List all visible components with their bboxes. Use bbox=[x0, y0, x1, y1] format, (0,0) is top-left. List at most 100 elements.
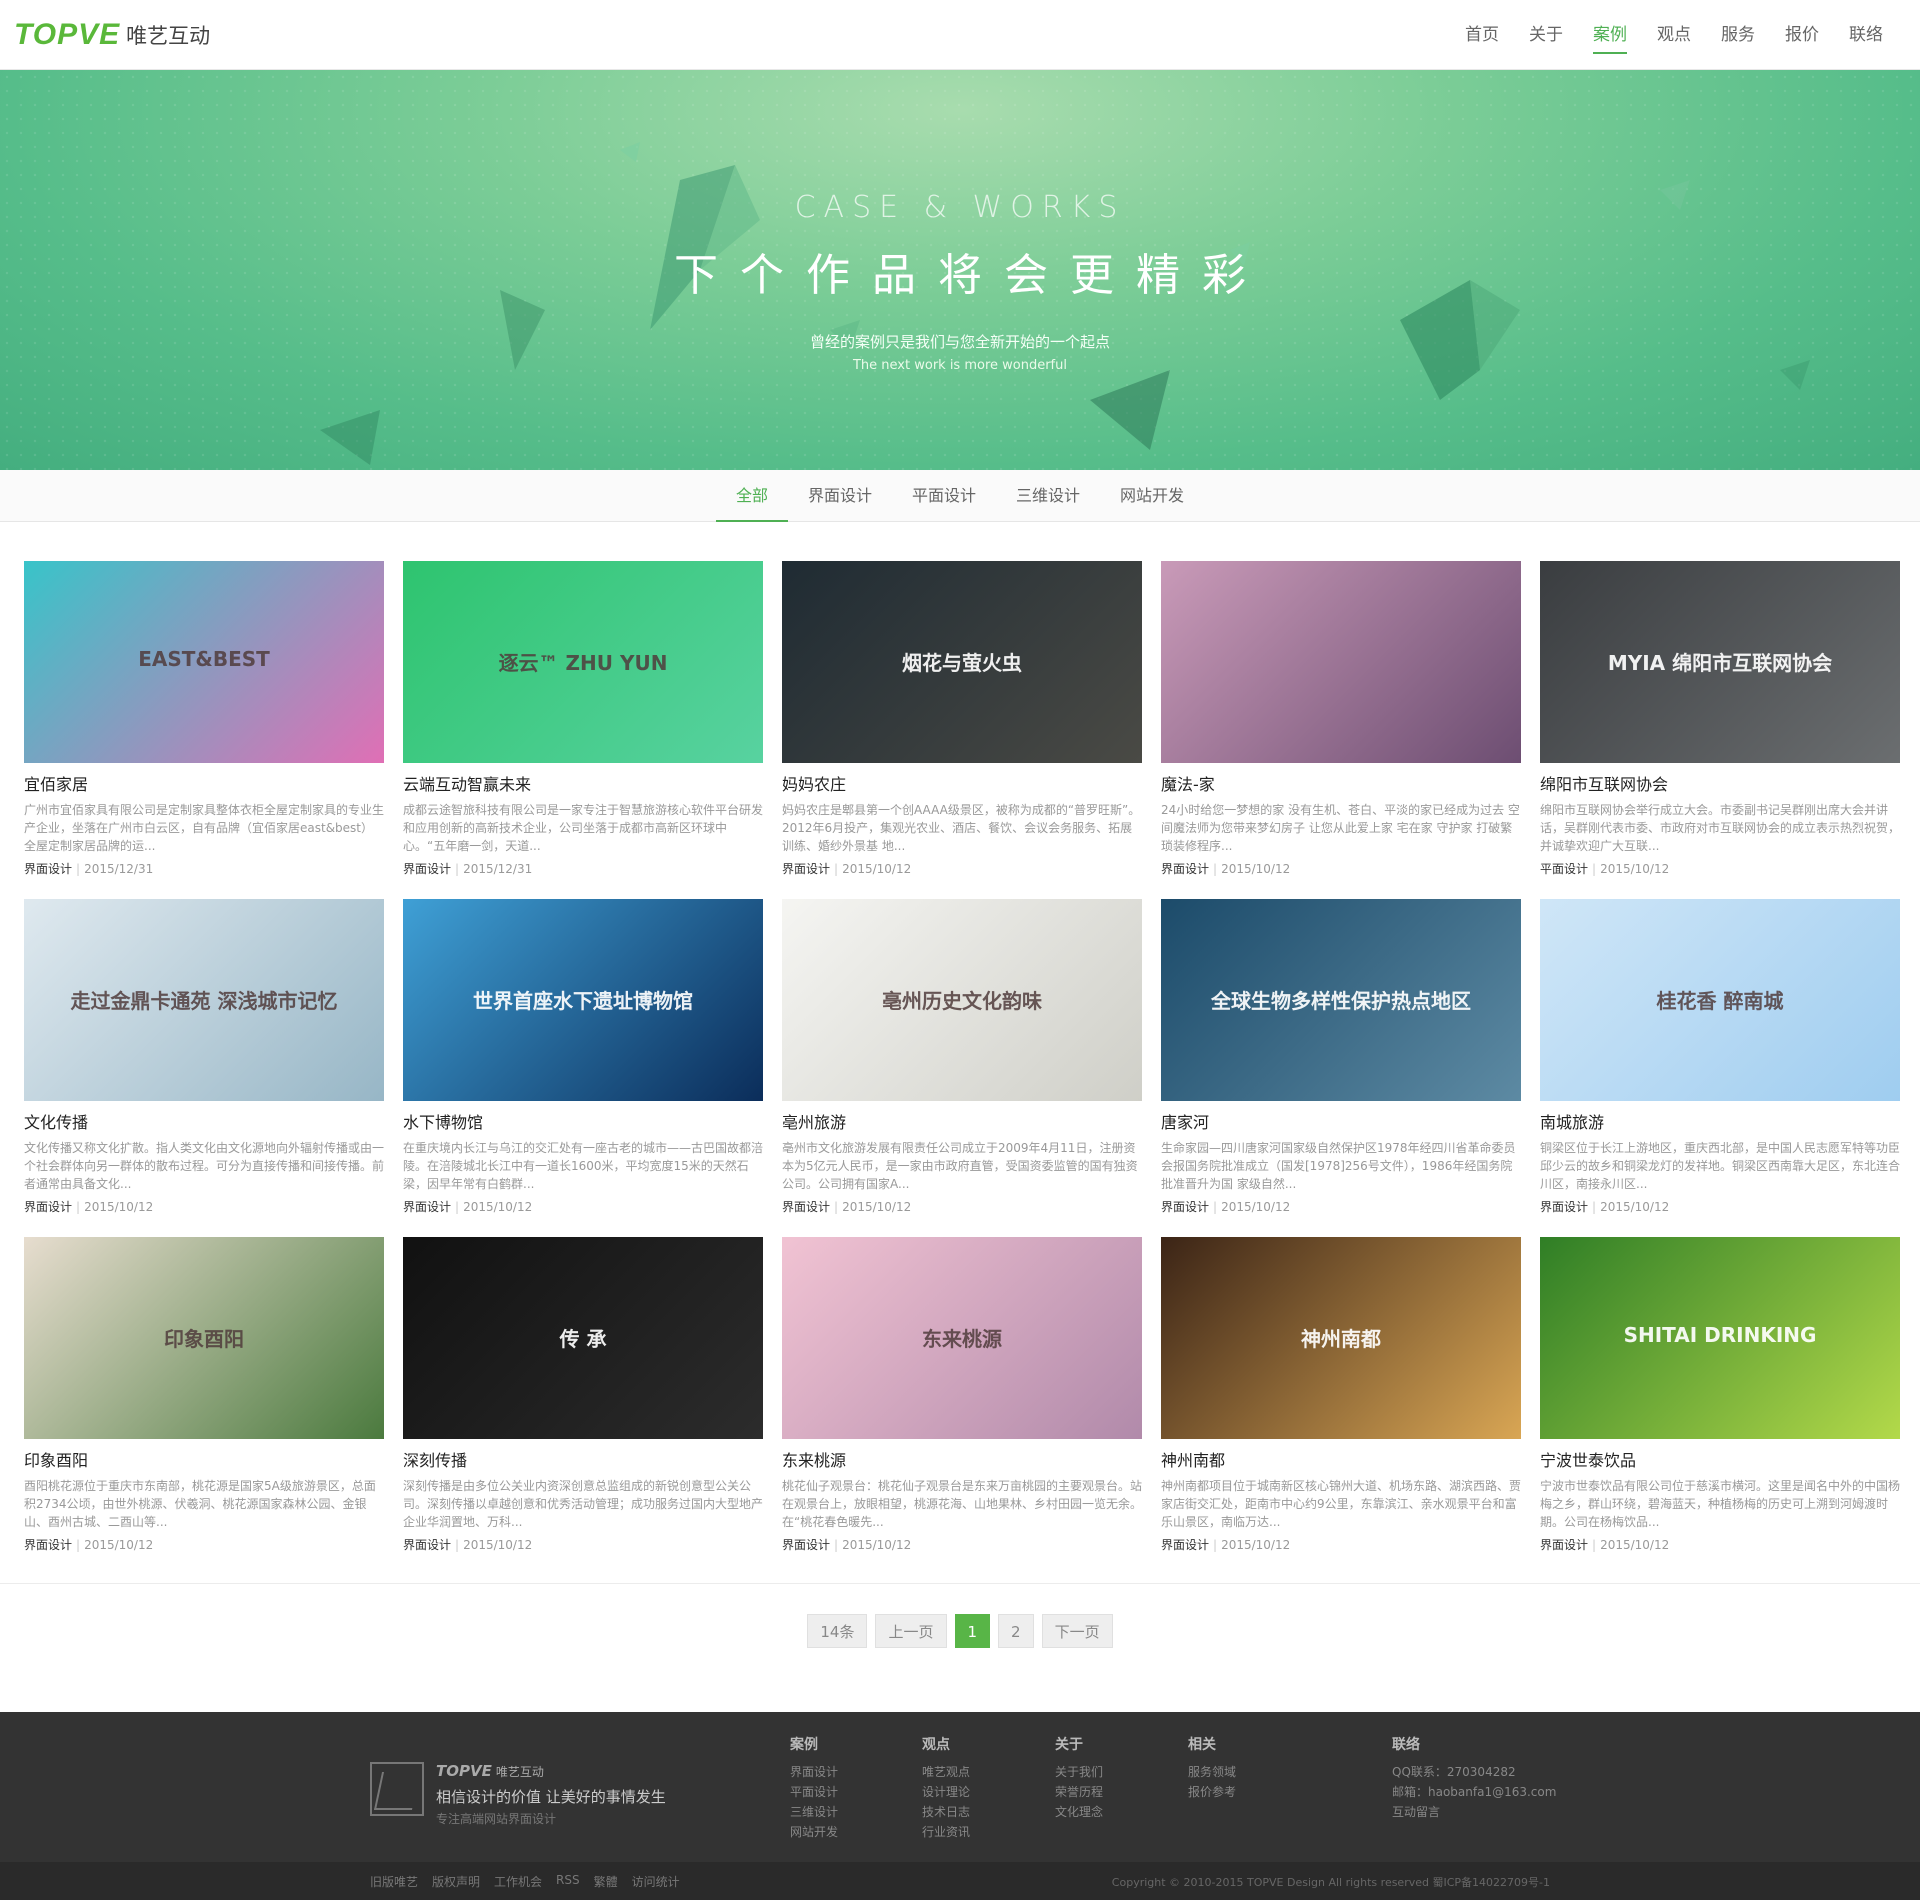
footer-bottom-link[interactable]: 版权声明 bbox=[432, 1873, 480, 1890]
case-category[interactable]: 界面设计 bbox=[24, 1538, 72, 1552]
case-card[interactable]: 印象酉阳 印象酉阳 酉阳桃花源位于重庆市东南部，桃花源是国家5A级旅游景区，总面积2… bbox=[24, 1237, 384, 1553]
case-thumbnail[interactable]: 走过金鼎卡通苑 深浅城市记忆 bbox=[24, 899, 384, 1101]
case-title[interactable]: 宜佰家居 bbox=[24, 775, 384, 795]
footer-email[interactable]: 邮箱：haobanfa1@163.com bbox=[1392, 1782, 1556, 1802]
case-card[interactable]: 东来桃源 东来桃源 桃花仙子观景台：桃花仙子观景台是东来万亩桃园的主要观景台。站在观… bbox=[782, 1237, 1142, 1553]
case-title[interactable]: 亳州旅游 bbox=[782, 1113, 1142, 1133]
nav-item-pricing[interactable]: 报价 bbox=[1770, 0, 1834, 70]
case-category[interactable]: 界面设计 bbox=[782, 1538, 830, 1552]
nav-item-home[interactable]: 首页 bbox=[1450, 0, 1514, 70]
case-card[interactable]: 全球生物多样性保护热点地区 唐家河 生命家园—四川唐家河国家级自然保护区1978年经… bbox=[1161, 899, 1521, 1215]
footer-link[interactable]: 关于我们 bbox=[1055, 1762, 1103, 1782]
filter-tab-graphic-design[interactable]: 平面设计 bbox=[892, 470, 996, 521]
footer-link[interactable]: 技术日志 bbox=[922, 1802, 970, 1822]
case-card[interactable]: 魔法-家 24小时给您一梦想的家 没有生机、苍白、平淡的家已经成为过去 空间魔法师… bbox=[1161, 561, 1521, 877]
case-card[interactable]: 世界首座水下遗址博物馆 水下博物馆 在重庆境内长江与乌江的交汇处有一座古老的城市——… bbox=[403, 899, 763, 1215]
footer-link[interactable]: 平面设计 bbox=[790, 1782, 838, 1802]
footer-link[interactable]: 荣誉历程 bbox=[1055, 1782, 1103, 1802]
case-title[interactable]: 魔法-家 bbox=[1161, 775, 1521, 795]
case-thumbnail[interactable]: 神州南都 bbox=[1161, 1237, 1521, 1439]
footer-bottom-link[interactable]: 工作机会 bbox=[494, 1873, 542, 1890]
case-title[interactable]: 印象酉阳 bbox=[24, 1451, 384, 1471]
footer-bottom-link[interactable]: 访问统计 bbox=[632, 1873, 680, 1890]
case-card[interactable]: 神州南都 神州南都 神州南都项目位于城南新区核心锦州大道、机场东路、湖滨西路、贾家店… bbox=[1161, 1237, 1521, 1553]
filter-tab-ui-design[interactable]: 界面设计 bbox=[788, 470, 892, 521]
site-logo[interactable]: TOPVE 唯艺互动 bbox=[14, 18, 210, 52]
case-card[interactable]: 走过金鼎卡通苑 深浅城市记忆 文化传播 文化传播又称文化扩散。指人类文化由文化源地向… bbox=[24, 899, 384, 1215]
case-title[interactable]: 文化传播 bbox=[24, 1113, 384, 1133]
case-card[interactable]: 传 承深刻传播 深刻传播是由多位公关业内资深创意总监组成的新锐创意型公关公司。深刻… bbox=[403, 1237, 763, 1553]
case-category[interactable]: 平面设计 bbox=[1540, 862, 1588, 876]
case-thumbnail[interactable]: 烟花与萤火虫 bbox=[782, 561, 1142, 763]
nav-item-services[interactable]: 服务 bbox=[1706, 0, 1770, 70]
case-category[interactable]: 界面设计 bbox=[24, 862, 72, 876]
case-thumbnail[interactable]: 传 承 bbox=[403, 1237, 763, 1439]
footer-message-link[interactable]: 互动留言 bbox=[1392, 1802, 1556, 1822]
footer-link[interactable]: 唯艺观点 bbox=[922, 1762, 970, 1782]
footer-link[interactable]: 文化理念 bbox=[1055, 1802, 1103, 1822]
case-category[interactable]: 界面设计 bbox=[1540, 1200, 1588, 1214]
filter-tab-web-development[interactable]: 网站开发 bbox=[1100, 470, 1204, 521]
case-title[interactable]: 水下博物馆 bbox=[403, 1113, 763, 1133]
case-card[interactable]: SHITAI DRINKING 宁波世泰饮品 宁波市世泰饮品有限公司位于慈溪市横河。… bbox=[1540, 1237, 1900, 1553]
case-category[interactable]: 界面设计 bbox=[1540, 1538, 1588, 1552]
case-title[interactable]: 神州南都 bbox=[1161, 1451, 1521, 1471]
case-title[interactable]: 绵阳市互联网协会 bbox=[1540, 775, 1900, 795]
pagination-page-1[interactable]: 1 bbox=[954, 1614, 991, 1648]
case-thumbnail[interactable]: 全球生物多样性保护热点地区 bbox=[1161, 899, 1521, 1101]
footer-qq-contact[interactable]: QQ联系：270304282 bbox=[1392, 1762, 1556, 1782]
nav-item-contact[interactable]: 联络 bbox=[1834, 0, 1898, 70]
case-title[interactable]: 唐家河 bbox=[1161, 1113, 1521, 1133]
case-card[interactable]: MYIA 绵阳市互联网协会 绵阳市互联网协会 绵阳市互联网协会举行成立大会。市委副书… bbox=[1540, 561, 1900, 877]
nav-item-cases[interactable]: 案例 bbox=[1578, 0, 1642, 70]
pagination-next-button[interactable]: 下一页 bbox=[1041, 1614, 1113, 1648]
case-category[interactable]: 界面设计 bbox=[1161, 862, 1209, 876]
case-category[interactable]: 界面设计 bbox=[1161, 1538, 1209, 1552]
footer-link[interactable]: 服务领域 bbox=[1188, 1762, 1236, 1782]
case-thumbnail[interactable] bbox=[1161, 561, 1521, 763]
case-meta: 界面设计 | 2015/10/12 bbox=[24, 1536, 384, 1553]
case-thumbnail[interactable]: 逐云™ ZHU YUN bbox=[403, 561, 763, 763]
footer-bottom-link[interactable]: 繁體 bbox=[594, 1873, 618, 1890]
nav-item-about[interactable]: 关于 bbox=[1514, 0, 1578, 70]
footer-link[interactable]: 行业资讯 bbox=[922, 1822, 970, 1842]
case-card[interactable]: EAST&BEST 宜佰家居 广州市宜佰家具有限公司是定制家具整体衣柜全屋定制家具的… bbox=[24, 561, 384, 877]
case-thumbnail[interactable]: SHITAI DRINKING bbox=[1540, 1237, 1900, 1439]
footer-link[interactable]: 界面设计 bbox=[790, 1762, 838, 1782]
case-card[interactable]: 亳州历史文化韵味 亳州旅游 亳州市文化旅游发展有限责任公司成立于2009年4月11日… bbox=[782, 899, 1142, 1215]
case-category[interactable]: 界面设计 bbox=[1161, 1200, 1209, 1214]
case-title[interactable]: 云端互动智赢未来 bbox=[403, 775, 763, 795]
footer-bottom-link[interactable]: 旧版唯艺 bbox=[370, 1873, 418, 1890]
case-category[interactable]: 界面设计 bbox=[782, 1200, 830, 1214]
case-thumbnail[interactable]: 亳州历史文化韵味 bbox=[782, 899, 1142, 1101]
filter-tab-all[interactable]: 全部 bbox=[715, 470, 788, 522]
case-title[interactable]: 南城旅游 bbox=[1540, 1113, 1900, 1133]
footer-bottom-link[interactable]: RSS bbox=[556, 1873, 580, 1890]
case-title[interactable]: 宁波世泰饮品 bbox=[1540, 1451, 1900, 1471]
footer-link[interactable]: 设计理论 bbox=[922, 1782, 970, 1802]
case-card[interactable]: 烟花与萤火虫 妈妈农庄 妈妈农庄是郫县第一个创AAAA级景区，被称为成都的“普罗旺斯… bbox=[782, 561, 1142, 877]
pagination-prev-button[interactable]: 上一页 bbox=[875, 1614, 947, 1648]
nav-item-views[interactable]: 观点 bbox=[1642, 0, 1706, 70]
case-category[interactable]: 界面设计 bbox=[403, 1538, 451, 1552]
case-thumbnail[interactable]: 世界首座水下遗址博物馆 bbox=[403, 899, 763, 1101]
case-card[interactable]: 逐云™ ZHU YUN 云端互动智赢未来 成都云途智旅科技有限公司是一家专注于智慧旅… bbox=[403, 561, 763, 877]
case-title[interactable]: 东来桃源 bbox=[782, 1451, 1142, 1471]
case-thumbnail[interactable]: EAST&BEST bbox=[24, 561, 384, 763]
case-thumbnail[interactable]: MYIA 绵阳市互联网协会 bbox=[1540, 561, 1900, 763]
pagination-page-2[interactable]: 2 bbox=[998, 1614, 1034, 1648]
footer-link[interactable]: 网站开发 bbox=[790, 1822, 838, 1842]
case-category[interactable]: 界面设计 bbox=[24, 1200, 72, 1214]
case-title[interactable]: 深刻传播 bbox=[403, 1451, 763, 1471]
case-thumbnail[interactable]: 桂花香 醉南城 bbox=[1540, 899, 1900, 1101]
footer-link[interactable]: 报价参考 bbox=[1188, 1782, 1236, 1802]
case-category[interactable]: 界面设计 bbox=[403, 1200, 451, 1214]
case-thumbnail[interactable]: 东来桃源 bbox=[782, 1237, 1142, 1439]
case-title[interactable]: 妈妈农庄 bbox=[782, 775, 1142, 795]
footer-link[interactable]: 三维设计 bbox=[790, 1802, 838, 1822]
case-category[interactable]: 界面设计 bbox=[403, 862, 451, 876]
case-thumbnail[interactable]: 印象酉阳 bbox=[24, 1237, 384, 1439]
case-card[interactable]: 桂花香 醉南城 南城旅游 铜梁区位于长江上游地区，重庆西北部，是中国人民志愿军特等功… bbox=[1540, 899, 1900, 1215]
case-category[interactable]: 界面设计 bbox=[782, 862, 830, 876]
filter-tab-3d-design[interactable]: 三维设计 bbox=[996, 470, 1100, 521]
